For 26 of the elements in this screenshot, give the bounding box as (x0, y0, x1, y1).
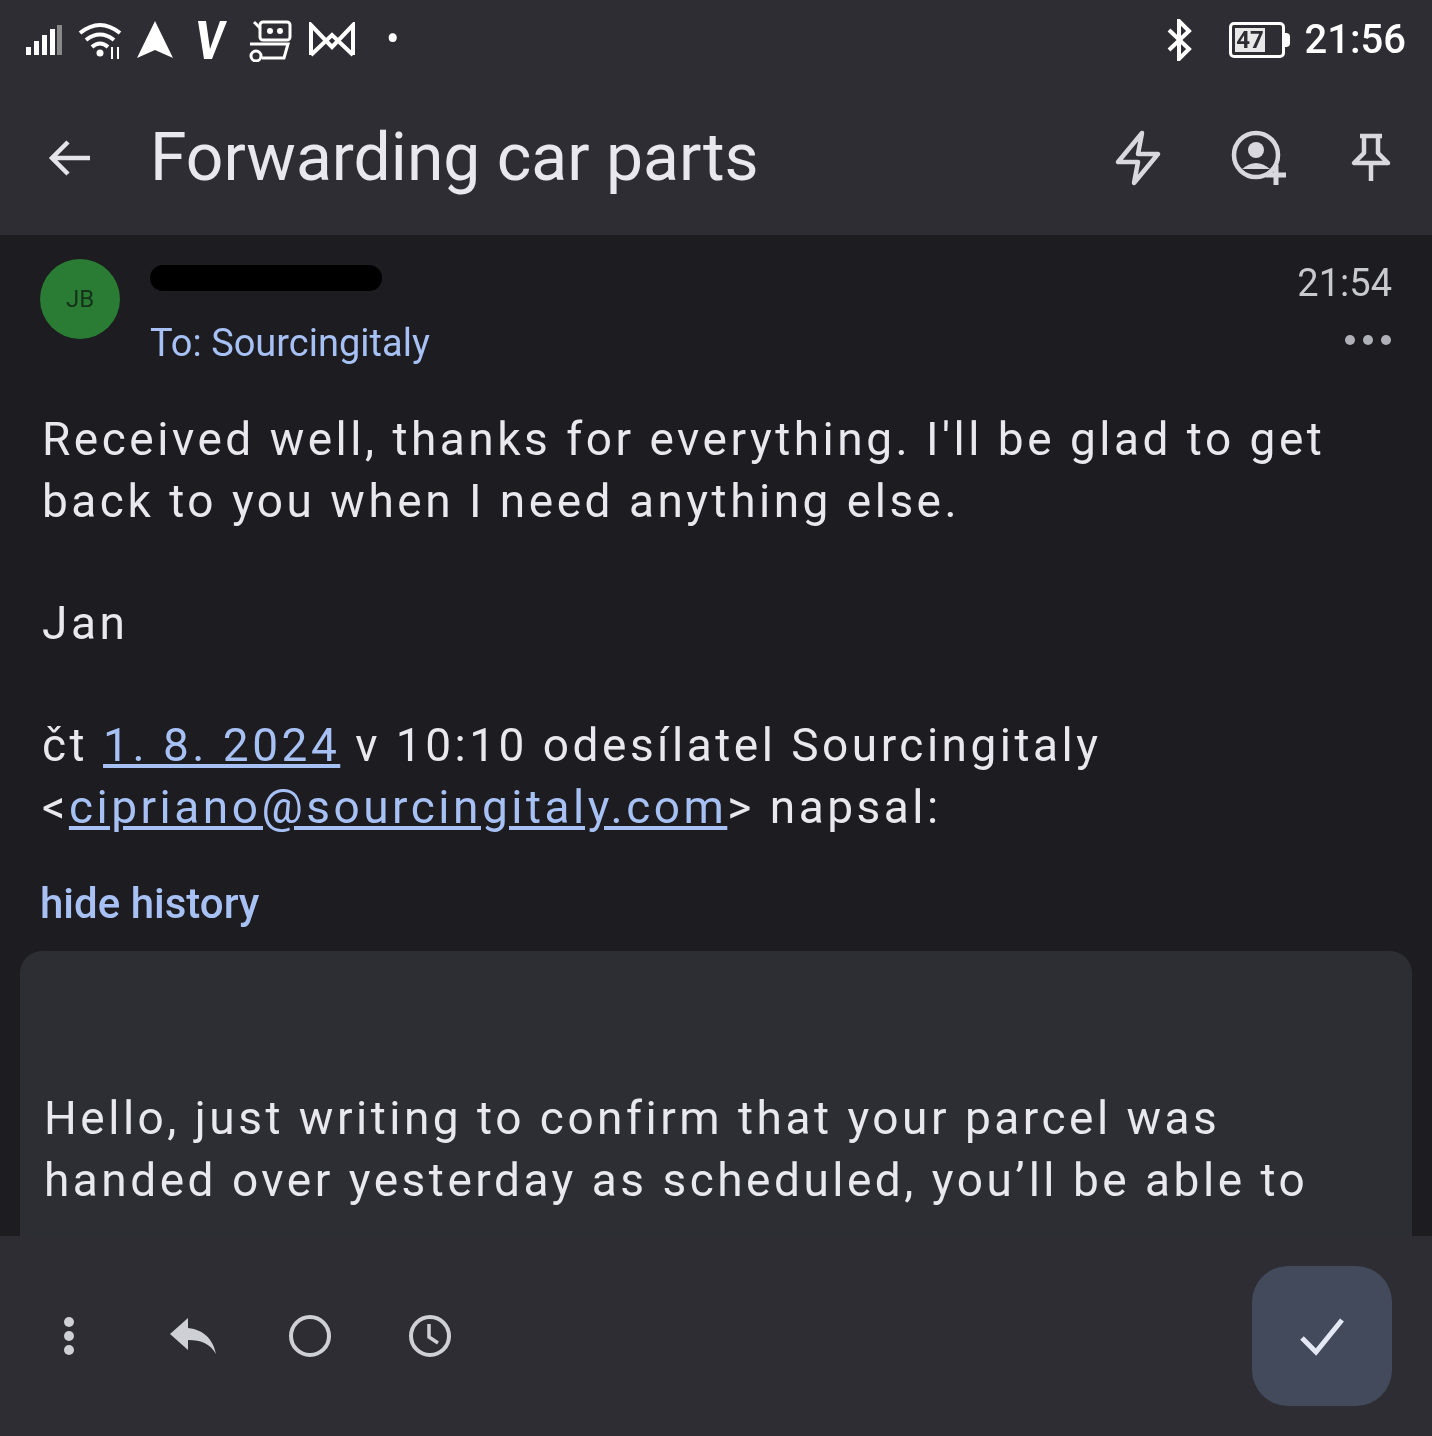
notification-dot: • (386, 20, 400, 60)
link[interactable]: cipriano@sourcingitaly.com (68, 780, 728, 834)
more-icon[interactable] (1344, 334, 1392, 346)
wifi-icon (78, 21, 122, 59)
link[interactable]: 1. 8. 2024 (103, 718, 341, 772)
message-time: 21:54 (1297, 260, 1392, 307)
clock-time: 21:56 (1304, 15, 1406, 65)
hide-history-link[interactable]: hide history (40, 872, 260, 935)
avatar: JB (40, 259, 120, 339)
navigation-arrow-icon (136, 21, 174, 59)
overflow-menu-icon[interactable] (62, 1316, 76, 1356)
circle-icon[interactable] (288, 1314, 332, 1358)
check-icon (1298, 1316, 1346, 1356)
quoted-text: Hello, just writing to confirm that your parcel was handed over yesterday as scheduled, you’ll be able to (44, 1090, 1310, 1209)
mail-logo-icon (308, 22, 356, 58)
email-subject: Forwarding car parts (150, 118, 759, 198)
reply-icon[interactable] (170, 1318, 216, 1354)
quote-header: čt 1. 8. 2024 v 10:10 odesílatel Sourcingitaly <cipriano@sourcingitaly.com> napsal: (41, 717, 1103, 836)
pin-icon[interactable] (1350, 132, 1392, 183)
message-paragraph: Jan (42, 595, 130, 652)
add-person-icon[interactable] (1230, 128, 1288, 187)
v-logo-icon (196, 19, 228, 61)
signal-icon (26, 25, 62, 55)
message-paragraph: Received well, thanks for everything. I'll be glad to get back to you when I need anything else. (42, 411, 1327, 530)
clock-icon[interactable] (408, 1314, 452, 1358)
recipient-line[interactable]: To: Sourcingitaly (150, 315, 1298, 372)
